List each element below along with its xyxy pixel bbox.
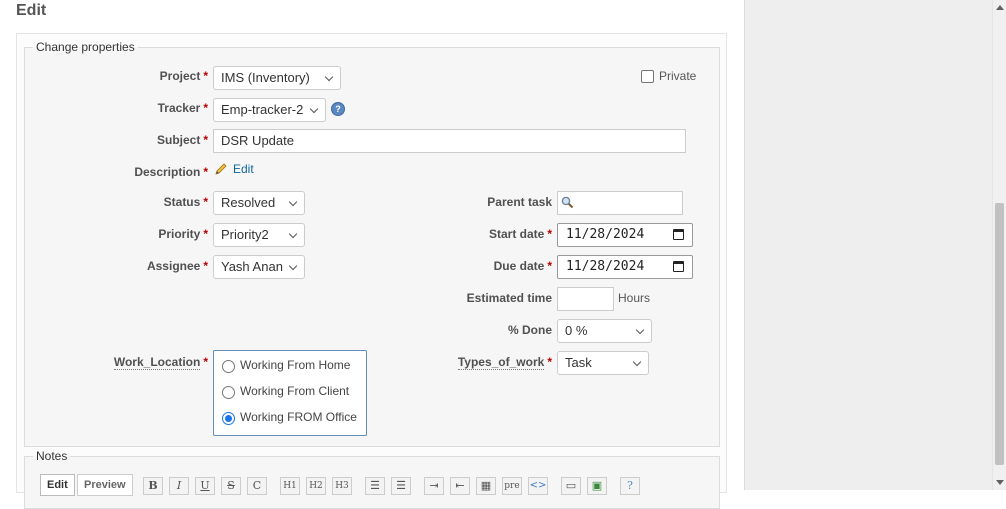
private-checkbox[interactable]: [641, 70, 654, 83]
description-edit-link[interactable]: Edit: [233, 162, 254, 176]
assignee-select[interactable]: Yash Anan: [213, 255, 305, 279]
notes-legend: Notes: [36, 449, 68, 463]
ordered-list-icon[interactable]: ☰: [391, 477, 411, 495]
image-icon[interactable]: ▣: [587, 477, 607, 495]
page-title: Edit: [16, 2, 47, 19]
estimated-time-input[interactable]: [557, 287, 614, 311]
radio-label: Working From Home: [240, 358, 351, 372]
help-icon[interactable]: ?: [331, 102, 345, 116]
code-highlight-icon[interactable]: <>: [528, 477, 548, 495]
scroll-thumb[interactable]: [995, 203, 1004, 465]
unordered-list-icon[interactable]: ☰: [365, 477, 385, 495]
calendar-icon[interactable]: [673, 229, 684, 240]
bold-button[interactable]: B: [143, 477, 163, 495]
due-date-input[interactable]: 11/28/2024: [557, 255, 693, 279]
assignee-label: Assignee *: [146, 259, 208, 273]
indent-icon[interactable]: ⇥: [424, 477, 444, 495]
fieldset-legend: Change properties: [36, 40, 135, 54]
calendar-icon[interactable]: [673, 261, 684, 272]
chevron-down-icon: [632, 357, 642, 367]
status-select[interactable]: Resolved: [213, 191, 305, 215]
code-button[interactable]: C: [247, 477, 267, 495]
radio-label: Working From Client: [240, 384, 350, 398]
parent-task-input[interactable]: [557, 191, 683, 215]
chevron-down-icon: [288, 229, 298, 239]
chevron-down-icon: [309, 104, 319, 114]
main-content: Edit Change properties Project * IMS (Inv…: [0, 0, 744, 509]
chevron-down-icon: [324, 72, 334, 82]
tracker-label: Tracker *: [157, 101, 208, 115]
help-icon[interactable]: ?: [620, 477, 640, 495]
scroll-up-icon[interactable]: [996, 5, 1004, 10]
radio-working-from-client[interactable]: [222, 386, 235, 399]
search-icon: [561, 196, 574, 209]
scroll-down-icon[interactable]: [996, 480, 1004, 485]
radio-working-from-home[interactable]: [222, 360, 235, 373]
radio-label: Working FROM Office: [240, 410, 357, 424]
heading2-button[interactable]: H2: [306, 477, 326, 495]
work-location-label: Work_Location *: [113, 355, 208, 370]
project-select[interactable]: IMS (Inventory): [213, 66, 341, 90]
subject-label: Subject *: [156, 133, 208, 147]
link-icon[interactable]: ▭: [561, 477, 581, 495]
private-label: Private: [659, 69, 697, 83]
heading3-button[interactable]: H3: [332, 477, 352, 495]
done-select[interactable]: 0 %: [557, 319, 652, 343]
estimated-time-label: Estimated time: [466, 291, 552, 305]
priority-select[interactable]: Priority2: [213, 223, 305, 247]
types-of-work-label: Types_of_work *: [457, 355, 552, 370]
heading1-button[interactable]: H1: [280, 477, 300, 495]
tracker-select[interactable]: Emp-tracker-2: [213, 98, 326, 122]
done-label: % Done: [507, 323, 552, 337]
start-date-label: Start date *: [488, 227, 552, 241]
radio-working-from-office[interactable]: [222, 412, 235, 425]
work-location-radio-group: Working From Home Working From Client Wo…: [213, 350, 367, 436]
types-of-work-select[interactable]: Task: [557, 351, 649, 375]
underline-button[interactable]: U: [195, 477, 215, 495]
chevron-down-icon: [288, 261, 298, 271]
project-label: Project *: [159, 69, 208, 83]
tab-preview[interactable]: Preview: [77, 474, 133, 496]
due-date-label: Due date *: [493, 259, 552, 273]
start-date-input[interactable]: 11/28/2024: [557, 223, 693, 247]
status-label: Status *: [163, 195, 208, 209]
priority-label: Priority *: [158, 227, 208, 241]
subject-input[interactable]: DSR Update: [213, 129, 686, 153]
chevron-down-icon: [288, 197, 298, 207]
chevron-down-icon: [635, 325, 645, 335]
tab-edit[interactable]: Edit: [40, 474, 75, 496]
table-icon[interactable]: ▦: [476, 477, 496, 495]
strikethrough-button[interactable]: S: [221, 477, 241, 495]
vertical-scrollbar[interactable]: [992, 0, 1006, 490]
outdent-icon[interactable]: ⇤: [450, 477, 470, 495]
hours-unit: Hours: [618, 291, 651, 305]
description-label: Description *: [134, 165, 208, 179]
sidebar: [744, 0, 993, 490]
preformatted-button[interactable]: pre: [502, 477, 522, 495]
italic-button[interactable]: I: [169, 477, 189, 495]
parent-task-label: Parent task: [487, 195, 552, 209]
pencil-icon: [215, 163, 227, 175]
